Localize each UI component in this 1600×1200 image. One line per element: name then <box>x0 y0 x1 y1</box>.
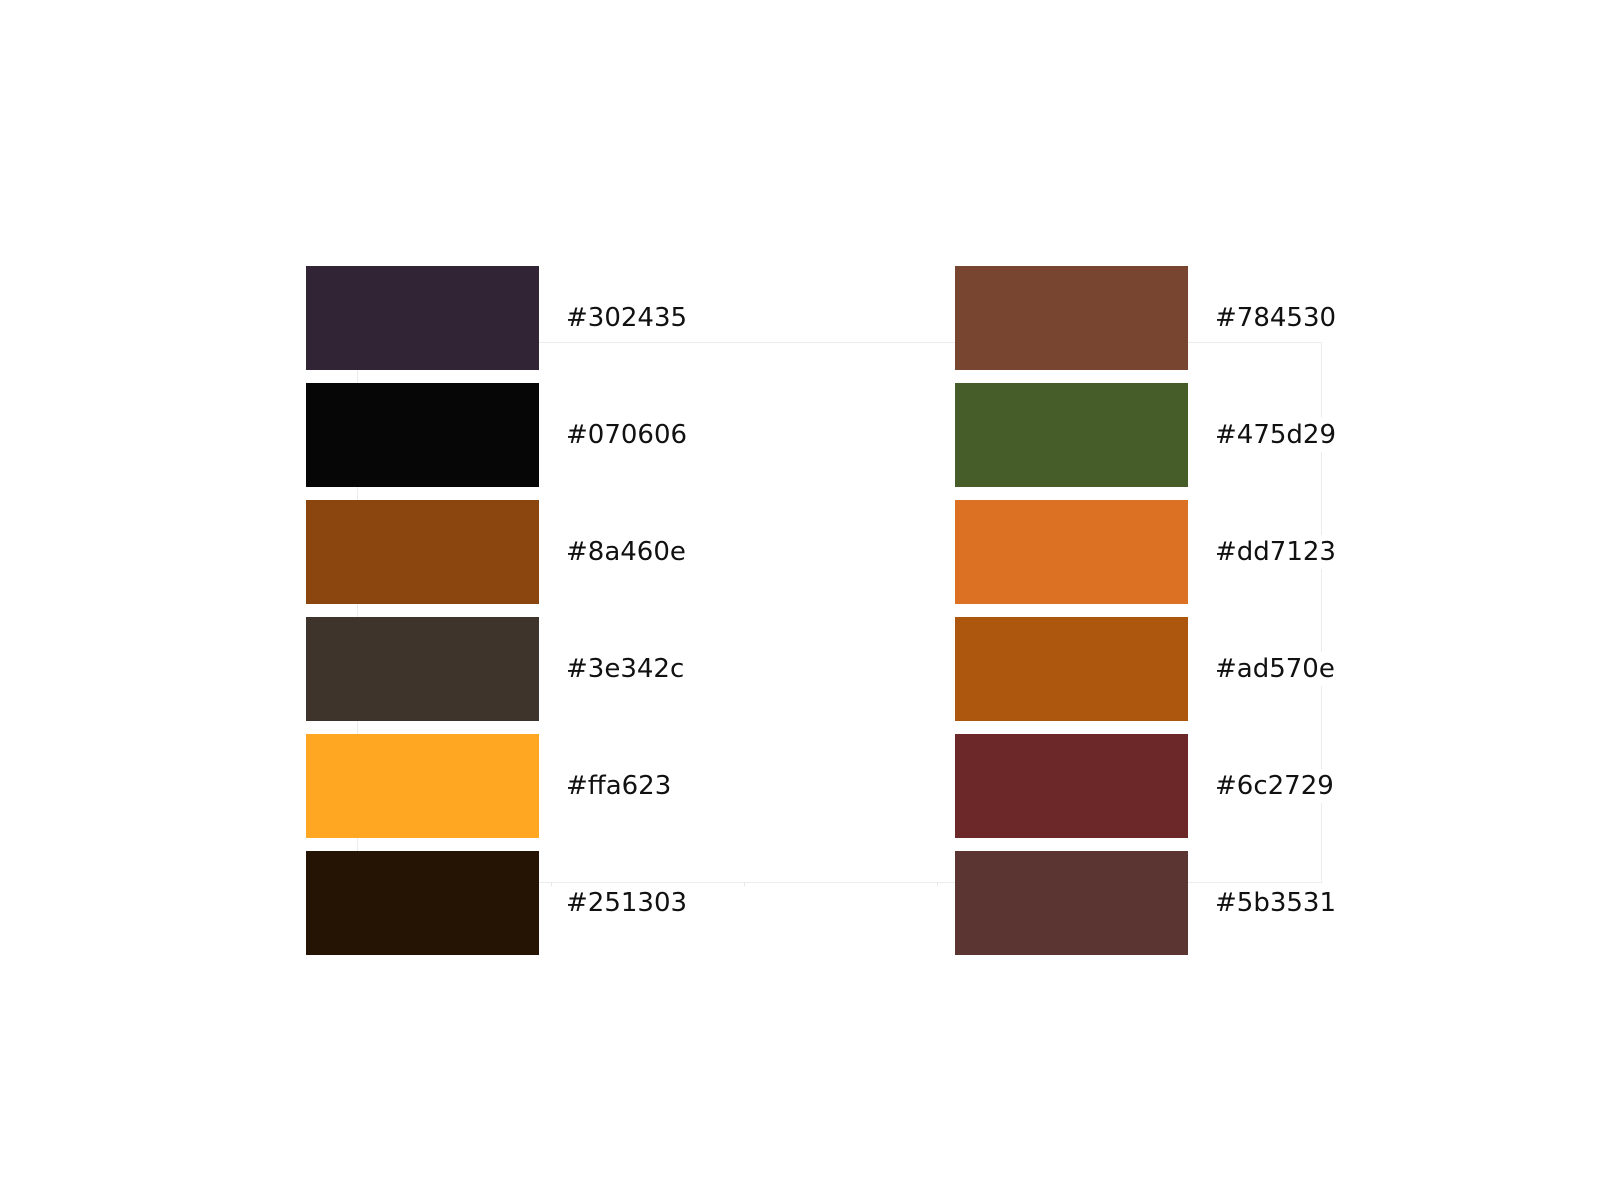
palette-column-right: #784530 #475d29 #dd7123 #ad570e #6c2729 … <box>955 266 1337 968</box>
hex-label: #070606 <box>566 418 688 452</box>
axis-tick <box>744 882 745 886</box>
color-swatch <box>306 383 539 487</box>
color-swatch <box>306 266 539 370</box>
swatch-row: #6c2729 <box>955 734 1334 838</box>
swatch-row: #302435 <box>306 266 688 370</box>
swatch-row: #dd7123 <box>955 500 1336 604</box>
hex-label: #6c2729 <box>1215 769 1334 803</box>
hex-label: #ffa623 <box>566 769 672 803</box>
color-swatch <box>955 500 1188 604</box>
hex-label: #ad570e <box>1215 652 1335 686</box>
hex-label: #251303 <box>566 886 688 920</box>
color-swatch <box>955 617 1188 721</box>
swatch-row: #475d29 <box>955 383 1336 487</box>
color-swatch <box>306 617 539 721</box>
swatch-row: #8a460e <box>306 500 686 604</box>
axis-tick <box>937 882 938 886</box>
swatch-row: #784530 <box>955 266 1337 370</box>
palette-column-left: #302435 #070606 #8a460e #3e342c #ffa623 … <box>306 266 688 968</box>
hex-label: #302435 <box>566 301 688 335</box>
color-swatch <box>955 734 1188 838</box>
swatch-row: #251303 <box>306 851 688 955</box>
hex-label: #5b3531 <box>1215 886 1336 920</box>
hex-label: #784530 <box>1215 301 1337 335</box>
color-swatch <box>306 734 539 838</box>
swatch-row: #5b3531 <box>955 851 1336 955</box>
color-swatch <box>955 851 1188 955</box>
color-swatch <box>306 500 539 604</box>
swatch-row: #070606 <box>306 383 688 487</box>
color-swatch <box>306 851 539 955</box>
hex-label: #475d29 <box>1215 418 1336 452</box>
hex-label: #8a460e <box>566 535 686 569</box>
swatch-row: #ffa623 <box>306 734 672 838</box>
color-swatch <box>955 266 1188 370</box>
hex-label: #dd7123 <box>1215 535 1336 569</box>
hex-label: #3e342c <box>566 652 685 686</box>
color-swatch <box>955 383 1188 487</box>
swatch-row: #3e342c <box>306 617 685 721</box>
swatch-row: #ad570e <box>955 617 1335 721</box>
axis-tick <box>551 882 552 886</box>
